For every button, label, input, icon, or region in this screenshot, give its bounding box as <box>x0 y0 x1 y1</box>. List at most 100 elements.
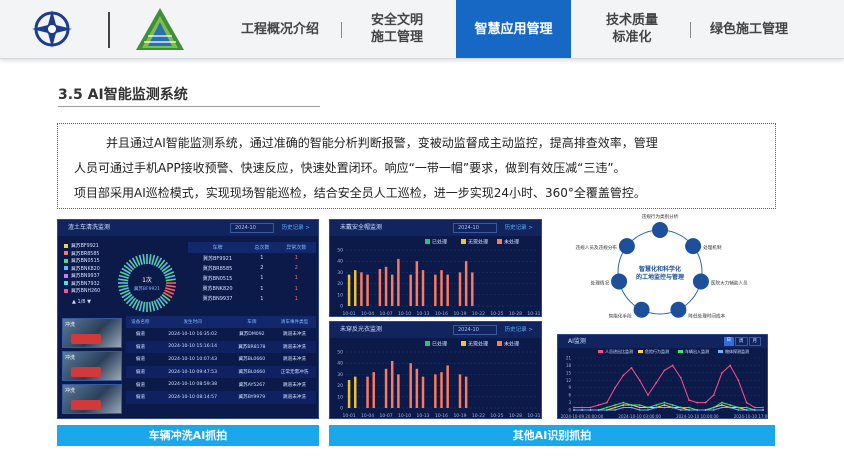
y-tick-label: 0 <box>340 304 343 310</box>
bar <box>458 272 462 306</box>
date-picker[interactable]: 2024-10 <box>453 325 497 335</box>
bar <box>446 274 449 306</box>
series-point <box>753 406 756 409</box>
nav-label: 标准化 <box>612 30 652 45</box>
table-cell: 1 <box>294 285 298 292</box>
x-tick-label: 10-01 <box>343 413 356 419</box>
intro-line: 人员可通过手机APP接收预警、快速反应，快速处置闭环。响应“一带一帽”要求，做到… <box>74 161 626 175</box>
truck-shape <box>71 367 101 377</box>
series-point <box>589 409 592 411</box>
tab-day[interactable]: 日 <box>723 337 734 346</box>
history-link[interactable]: 历史记录 > <box>505 322 533 338</box>
series-point <box>688 406 690 409</box>
y-tick-label: 20 <box>337 281 343 287</box>
series-point <box>696 401 699 404</box>
panel-title: 未戴安全帽监测 <box>340 224 383 231</box>
table-cell: 冀苏BN0515 <box>202 275 233 282</box>
date-picker[interactable]: 2024-10 <box>230 223 274 233</box>
diagram-node <box>618 238 635 255</box>
bar <box>354 376 357 408</box>
snapshot-thumbnail[interactable]: 冲洗 <box>62 318 122 348</box>
table-row: 冀苏BNK820 1 1 <box>188 284 316 294</box>
table-cell: 1 <box>294 255 298 262</box>
bar <box>421 270 425 306</box>
legend-label: 危险行为监测 <box>645 348 669 354</box>
y-tick-label: 50 <box>337 350 343 356</box>
bar <box>415 261 419 306</box>
series-point <box>647 394 649 397</box>
tab-week[interactable]: 周 <box>735 337 748 346</box>
legend-swatch <box>497 341 502 346</box>
legend-label: 物体探测监测 <box>725 348 749 354</box>
snapshot-thumbnail[interactable]: 冲洗 <box>62 384 122 414</box>
nav-item-safety[interactable]: 安全文明 施工管理 <box>344 0 450 58</box>
series-point <box>737 379 740 382</box>
plate-item: 冀苏BNK820 <box>64 265 116 273</box>
wash-monitor-panel: 渣土车清洗监测 2024-10 历史记录 > 冀苏BF9921 冀苏BR8585 冀… <box>57 219 319 419</box>
period-tabs: 日 周 月 <box>723 337 761 346</box>
table-cell: 偏道 <box>135 344 145 350</box>
table-cell: 1 <box>260 255 264 262</box>
table-cell: 跳道未冲洗 <box>283 382 306 388</box>
series-point <box>671 364 674 367</box>
x-tick-label: 2024-10-10 03:00:00 <box>618 414 661 419</box>
series-point <box>745 406 748 409</box>
nav-label: 智慧应用管理 <box>474 21 553 37</box>
series-point <box>622 374 625 377</box>
history-link[interactable]: 历史记录 > <box>282 220 310 236</box>
donut-tick <box>138 254 143 265</box>
y-tick-label: 10 <box>337 292 343 298</box>
plate-color-swatch <box>64 281 68 286</box>
series-point <box>573 406 575 409</box>
series-point <box>630 406 633 409</box>
plate-item: 冀苏BF9921 <box>64 242 116 250</box>
plate-color-swatch <box>64 258 68 263</box>
diagram-node <box>633 301 650 318</box>
table-cell: 冀苏BR8585 <box>202 265 233 272</box>
table-cell: 冀苏DM092 <box>239 332 265 338</box>
table-cell: 2024-10-10 09:47:53 <box>168 369 218 375</box>
x-tick-label: 10-10 <box>398 311 411 317</box>
y-tick-label: 12 <box>566 378 572 383</box>
nav-divider <box>341 22 342 38</box>
nav-item-quality[interactable]: 技术质量 标准化 <box>578 0 686 58</box>
panel-title: AI监测 <box>568 338 586 345</box>
panel-header: 未戴安全帽监测 2024-10 历史记录 > <box>330 220 541 236</box>
series-point <box>721 406 723 409</box>
series-point <box>622 401 625 404</box>
x-tick-label: 10-28 <box>509 413 522 419</box>
nav-item-overview[interactable]: 工程概况介绍 <box>222 0 338 58</box>
plate-color-swatch <box>64 251 68 256</box>
table-cell: 冀苏BF9921 <box>203 255 233 262</box>
plate-item: 冀苏BN0515 <box>64 257 116 265</box>
series-point <box>679 409 682 411</box>
table-cell: 冀苏BNK820 <box>202 286 233 293</box>
tab-month[interactable]: 月 <box>748 337 761 346</box>
y-tick-label: 6 <box>568 393 571 398</box>
table-cell: 偏道 <box>135 332 145 338</box>
x-tick-label: 10-25 <box>490 413 503 419</box>
nav-item-smart-app[interactable]: 智慧应用管理 <box>456 0 571 58</box>
table-cell: 正常无需冲洗 <box>280 370 309 376</box>
date-picker[interactable]: 2024-10 <box>453 223 497 233</box>
donut-tick <box>165 278 176 282</box>
legend-label: 无需处理 <box>468 239 488 246</box>
nav-item-green[interactable]: 绿色施工管理 <box>694 0 804 58</box>
helmet-bar-chart: 已处理 无需处理 未处理 0 10 20 30 40 50 10-01 10-04 10-07 10-1… <box>337 239 540 317</box>
table-cell: 2024-10-10 15:16:14 <box>168 344 218 350</box>
series-point <box>622 404 625 406</box>
truck-shape <box>71 400 101 410</box>
legend-label: 已处理 <box>432 239 447 246</box>
diagram-node <box>670 301 687 318</box>
bar <box>421 376 425 408</box>
pager[interactable]: ▲ 1/8 ▼ <box>72 299 91 305</box>
y-tick-label: 15 <box>566 370 572 375</box>
section-underline <box>58 106 320 107</box>
table-cell: 冀苏BR8178 <box>238 344 266 350</box>
diagram-node-label: 违规人员及违规分布 <box>576 244 618 251</box>
legend-swatch <box>425 239 430 244</box>
diagram-node <box>685 238 702 255</box>
history-link[interactable]: 历史记录 > <box>505 220 533 236</box>
snapshot-thumbnail[interactable]: 冲洗 <box>62 351 122 381</box>
truck-shape <box>71 334 101 344</box>
